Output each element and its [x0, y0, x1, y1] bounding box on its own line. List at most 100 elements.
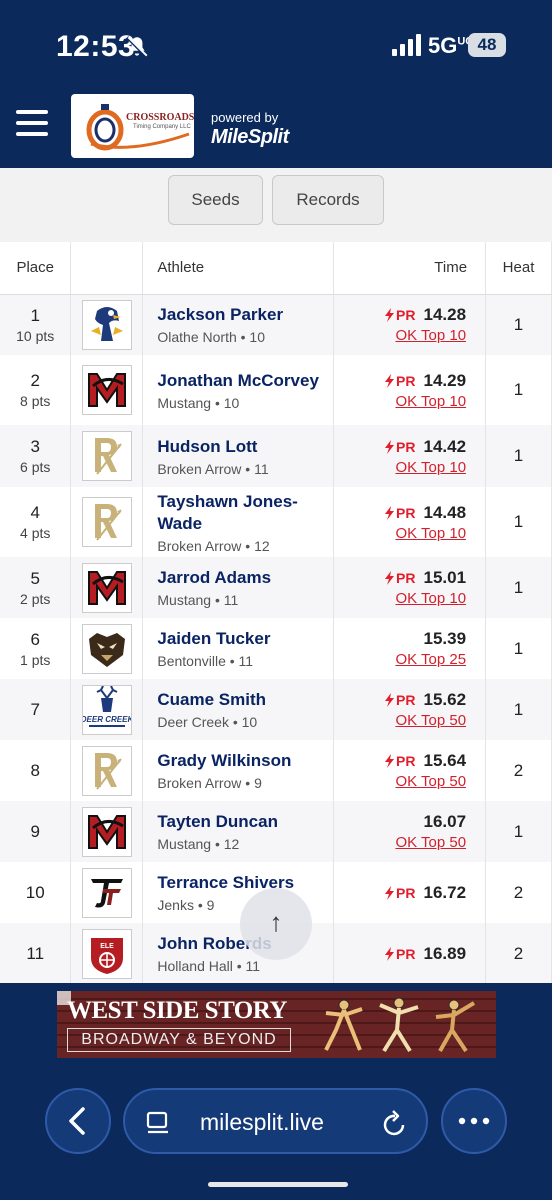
- team-logo-deercreek-icon[interactable]: DEER CREEK: [81, 684, 134, 735]
- athlete-name-link[interactable]: Cuame Smith: [157, 689, 333, 711]
- athlete-team: Mustang • 11: [157, 592, 239, 608]
- athlete-team: Olathe North • 10: [157, 329, 265, 346]
- tab-records[interactable]: Records: [272, 175, 384, 225]
- logo-cell: [70, 557, 144, 618]
- team-logo-tiger-icon[interactable]: [81, 623, 132, 674]
- athlete-name-link[interactable]: Hudson Lott: [157, 436, 333, 458]
- time-cell: PR 14.28 OK Top 10: [333, 294, 487, 355]
- team-logo-jenks-icon[interactable]: [81, 867, 132, 918]
- header-time[interactable]: Time: [333, 242, 487, 295]
- table-row[interactable]: 5 2 pts Jarrod Adams Mustang • 11 PR 15.01 OK …: [0, 557, 552, 618]
- logo-cell: [70, 425, 144, 487]
- place-cell: 7: [0, 679, 72, 740]
- powered-by-milesplit[interactable]: powered by MileSplit: [211, 110, 289, 149]
- heat-number: 1: [513, 638, 524, 658]
- reload-icon[interactable]: [381, 1108, 409, 1138]
- header-place[interactable]: Place: [0, 242, 72, 295]
- place-number: 3: [30, 437, 40, 456]
- place-number: 7: [30, 699, 40, 719]
- heat-number: 1: [513, 512, 524, 531]
- athlete-team: Bentonville • 11: [157, 653, 254, 669]
- athlete-name-link[interactable]: Jackson Parker: [157, 304, 333, 326]
- heat-number: 1: [513, 699, 524, 719]
- logo-cell: ELE: [70, 923, 144, 983]
- table-row[interactable]: 7 DEER CREEK Cuame Smith Deer Creek • 10 PR 1…: [0, 679, 552, 740]
- state-rank-link[interactable]: OK Top 10: [334, 327, 466, 344]
- header-athlete[interactable]: Athlete: [142, 242, 335, 295]
- crossroads-logo[interactable]: CROSSROADS Timing Company LLC: [71, 94, 194, 158]
- team-logo-brokenarrow-icon[interactable]: [81, 431, 132, 481]
- table-row[interactable]: 1 10 pts Jackson Parker Olathe North • 10 PR…: [0, 294, 552, 355]
- state-rank-link[interactable]: OK Top 50: [334, 773, 466, 790]
- back-button[interactable]: [45, 1088, 111, 1154]
- place-number: 10: [25, 882, 45, 902]
- results-table: Place Athlete Time Heat 1 10 pts Jackson P…: [0, 242, 552, 983]
- team-logo-brokenarrow-icon[interactable]: [81, 497, 132, 547]
- page-menu-icon: [146, 1111, 168, 1134]
- more-options-button[interactable]: [441, 1088, 507, 1154]
- mark-time: 14.29: [423, 370, 467, 390]
- table-row[interactable]: 6 1 pts Jaiden Tucker Bentonville • 11 15.39…: [0, 618, 552, 679]
- advertisement-banner[interactable]: WEST SIDE STORY BROADWAY & BEYOND: [57, 991, 496, 1058]
- athlete-name-link[interactable]: Jaiden Tucker: [157, 628, 333, 650]
- team-logo-eagle-icon[interactable]: [81, 299, 132, 350]
- state-rank-link[interactable]: OK Top 50: [334, 834, 466, 851]
- table-row[interactable]: 9 Tayten Duncan Mustang • 12 16.07 OK Top 50…: [0, 801, 552, 862]
- state-rank-link[interactable]: OK Top 10: [334, 590, 466, 607]
- mark-time: 16.07: [423, 812, 467, 831]
- place-cell: 4 4 pts: [0, 487, 72, 557]
- athlete-cell: Jaiden Tucker Bentonville • 11: [142, 618, 335, 679]
- athlete-name-link[interactable]: Tayten Duncan: [157, 811, 333, 833]
- scroll-to-top-button[interactable]: ↑: [240, 888, 312, 960]
- athlete-name-link[interactable]: Jarrod Adams: [157, 567, 333, 589]
- time-cell: PR 14.42 OK Top 10: [333, 425, 487, 487]
- mark-time: 14.48: [423, 502, 467, 522]
- pr-badge: PR: [384, 570, 416, 586]
- pr-badge: PR: [384, 946, 416, 962]
- table-row[interactable]: 2 8 pts Jonathan McCorvey Mustang • 10 PR 14.…: [0, 355, 552, 425]
- table-row[interactable]: 8 Grady Wilkinson Broken Arrow • 9 PR 15.64 O…: [0, 740, 552, 801]
- address-bar[interactable]: milesplit.live: [123, 1088, 428, 1154]
- heat-number: 2: [513, 943, 524, 963]
- heat-cell: 2: [485, 862, 552, 923]
- header-heat[interactable]: Heat: [485, 242, 552, 295]
- time-cell: PR 16.72: [333, 862, 487, 923]
- state-rank-link[interactable]: OK Top 10: [334, 525, 466, 542]
- team-logo-mustang-icon[interactable]: [81, 562, 132, 613]
- state-rank-link[interactable]: OK Top 50: [334, 712, 466, 729]
- team-logo-brokenarrow-icon[interactable]: [81, 745, 132, 796]
- athlete-cell: Jonathan McCorvey Mustang • 10: [142, 355, 335, 425]
- athlete-cell: Jarrod Adams Mustang • 11: [142, 557, 335, 618]
- pr-badge: PR: [384, 885, 416, 901]
- state-rank-link[interactable]: OK Top 10: [334, 459, 466, 476]
- place-cell: 11: [0, 923, 72, 983]
- table-row[interactable]: 4 4 pts Tayshawn Jones-Wade Broken Arrow • …: [0, 487, 552, 557]
- points: 8 pts: [20, 393, 51, 409]
- athlete-cell: Cuame Smith Deer Creek • 10: [142, 679, 335, 740]
- time-cell: PR 15.01 OK Top 10: [333, 557, 487, 618]
- athlete-name-link[interactable]: Jonathan McCorvey: [157, 370, 333, 392]
- state-rank-link[interactable]: OK Top 25: [334, 651, 466, 668]
- lightning-bolt-icon: [384, 946, 396, 962]
- results-tabs: Seeds Records: [0, 168, 552, 240]
- points: 2 pts: [20, 590, 51, 607]
- athlete-name-link[interactable]: Terrance Shivers: [157, 872, 333, 894]
- athlete-name-link[interactable]: Tayshawn Jones-Wade: [157, 491, 333, 535]
- time-cell: PR 14.29 OK Top 10: [333, 355, 487, 425]
- heat-number: 1: [513, 314, 524, 334]
- heat-number: 2: [513, 882, 524, 902]
- athlete-team: Deer Creek • 10: [157, 714, 258, 730]
- team-logo-mustang-icon[interactable]: [81, 365, 132, 415]
- ad-title: WEST SIDE STORY: [67, 997, 287, 1024]
- tab-seeds[interactable]: Seeds: [168, 175, 263, 225]
- table-row[interactable]: 3 6 pts Hudson Lott Broken Arrow • 11 PR 14.4…: [0, 425, 552, 487]
- athlete-cell: Tayten Duncan Mustang • 12: [142, 801, 335, 862]
- heat-cell: 2: [485, 923, 552, 983]
- athlete-name-link[interactable]: Grady Wilkinson: [157, 750, 333, 772]
- state-rank-link[interactable]: OK Top 10: [334, 393, 466, 410]
- team-logo-hollandhall-icon[interactable]: ELE: [81, 928, 132, 979]
- mark-time: 14.42: [423, 436, 467, 456]
- time-cell: PR 15.64 OK Top 50: [333, 740, 487, 801]
- team-logo-mustang-icon[interactable]: [81, 806, 132, 857]
- hamburger-menu-icon[interactable]: [16, 110, 50, 140]
